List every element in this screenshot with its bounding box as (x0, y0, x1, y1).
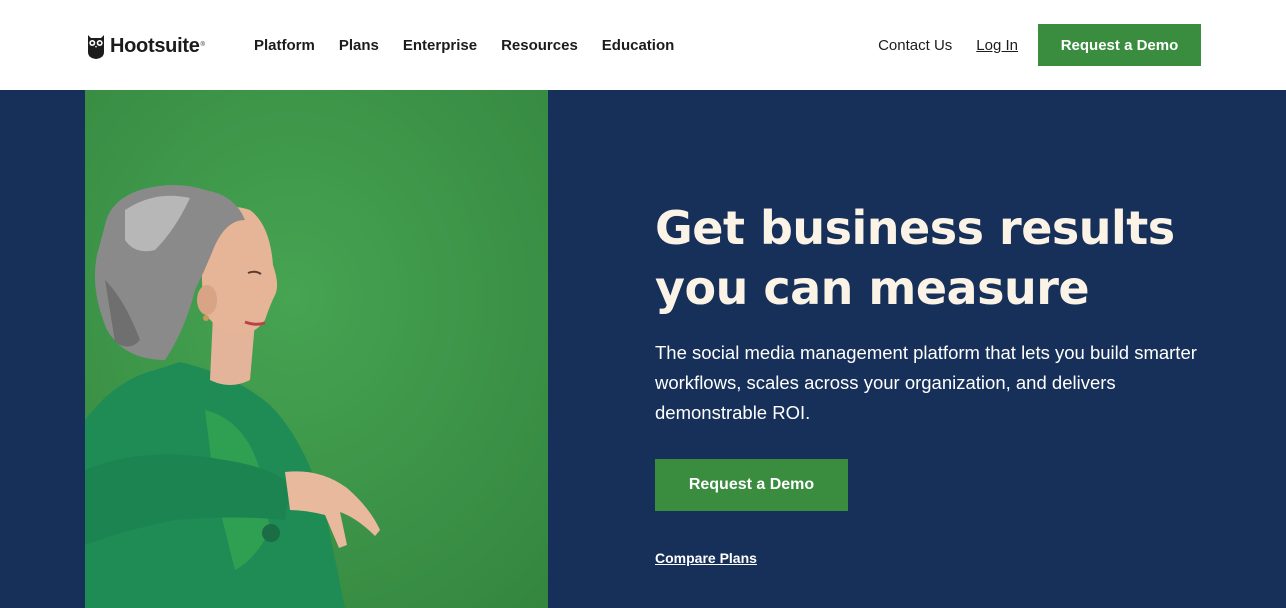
hero-section: Get business results you can measure The… (0, 90, 1286, 608)
contact-us-link[interactable]: Contact Us (878, 37, 952, 54)
nav-education[interactable]: Education (602, 37, 675, 54)
nav-resources[interactable]: Resources (501, 37, 578, 54)
header-actions: Contact Us Log In Request a Demo (878, 24, 1201, 66)
owl-icon (88, 35, 104, 59)
nav-enterprise[interactable]: Enterprise (403, 37, 477, 54)
hero-request-demo-button[interactable]: Request a Demo (655, 459, 848, 511)
compare-plans-link[interactable]: Compare Plans (655, 550, 757, 566)
site-header: Hootsuite ® Platform Plans Enterprise Re… (0, 0, 1286, 90)
logo-wordmark: Hootsuite (110, 34, 200, 57)
hootsuite-logo[interactable]: Hootsuite ® (86, 32, 205, 60)
nav-plans[interactable]: Plans (339, 37, 379, 54)
registered-mark: ® (200, 42, 205, 48)
hero-photo (85, 90, 548, 608)
hero-title: Get business results you can measure (655, 201, 1175, 315)
header-request-demo-button[interactable]: Request a Demo (1038, 24, 1201, 66)
hero-subtitle: The social media management platform tha… (655, 342, 1197, 423)
nav-platform[interactable]: Platform (254, 37, 315, 54)
log-in-link[interactable]: Log In (976, 37, 1018, 54)
main-nav: Platform Plans Enterprise Resources Educ… (254, 0, 698, 90)
